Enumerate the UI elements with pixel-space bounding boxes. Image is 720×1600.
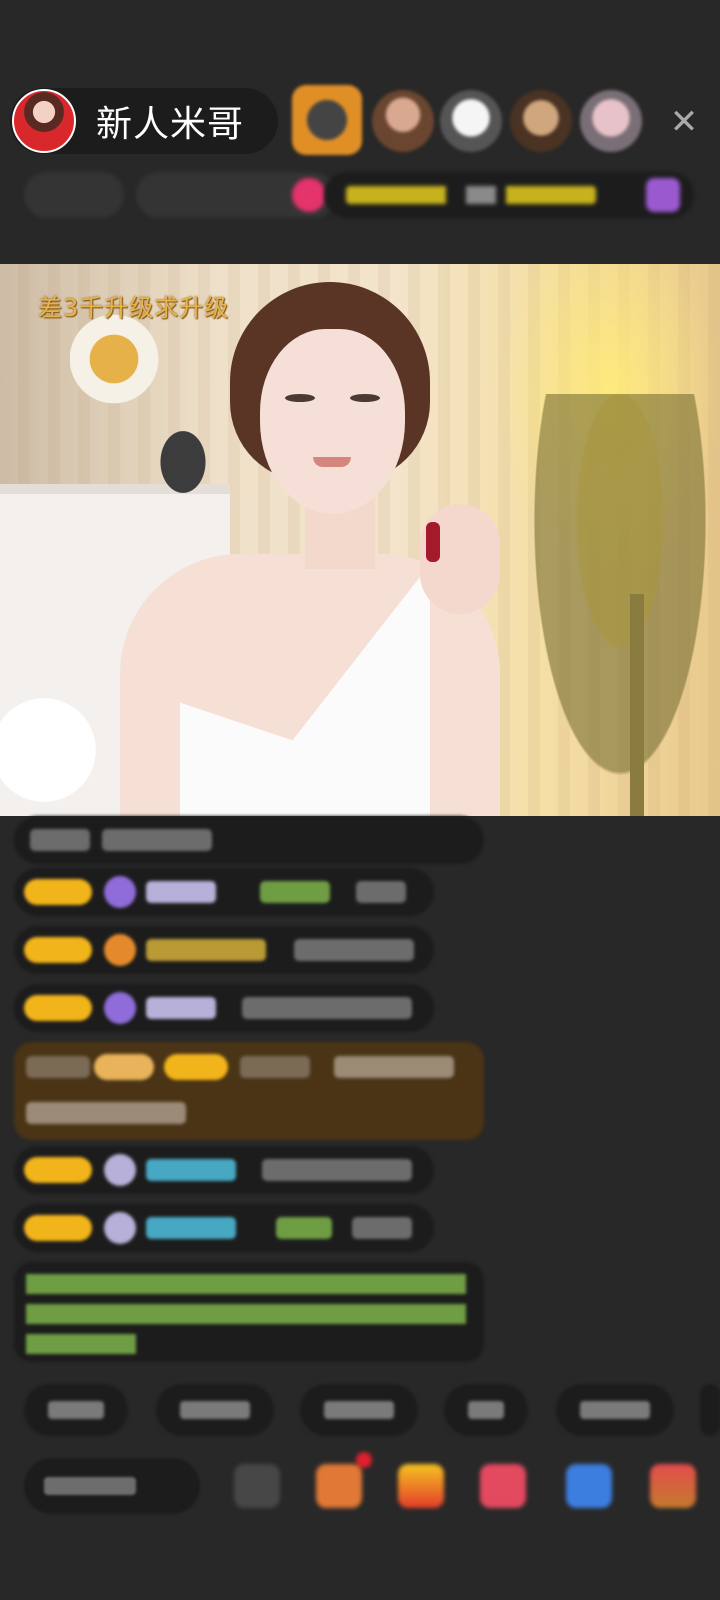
emoji-icon[interactable]: [234, 1464, 280, 1508]
chat-text: [294, 939, 414, 961]
notice-text: [26, 1274, 466, 1294]
chat-message: [14, 816, 484, 864]
chat-text: [242, 997, 412, 1019]
close-icon[interactable]: ✕: [664, 102, 704, 142]
chip-label: [48, 1401, 104, 1419]
level-badge: [164, 1054, 228, 1080]
diamond-icon: [104, 992, 136, 1024]
palm-plant: [520, 394, 720, 816]
chat-message: [14, 984, 434, 1032]
fan-badge: [94, 1054, 154, 1080]
viewer-avatar[interactable]: [440, 90, 502, 152]
chat-input[interactable]: [24, 1458, 200, 1514]
host-name: 新人米哥: [96, 104, 245, 145]
chat-username: [240, 1056, 310, 1078]
level-badge: [24, 1157, 92, 1183]
chat-text: [262, 1159, 412, 1181]
streamer-face: [260, 329, 405, 514]
streamer-mouth: [313, 457, 351, 467]
streamer: [120, 274, 540, 816]
chip-label: [180, 1401, 250, 1419]
chat-username: [146, 1159, 236, 1181]
notice-text: [26, 1304, 466, 1324]
streamer-eye: [285, 394, 315, 402]
more-icon[interactable]: [650, 1464, 696, 1508]
video-overlay-text: 差3千升级求升级: [38, 294, 230, 322]
level-badge: [24, 1215, 92, 1241]
quick-reply-chip[interactable]: [556, 1384, 674, 1436]
quick-reply-chip[interactable]: [24, 1384, 128, 1436]
message-icon[interactable]: [566, 1464, 612, 1508]
level-badge: [24, 879, 92, 905]
quick-reply-chip[interactable]: [156, 1384, 274, 1436]
chat-message: [14, 868, 434, 916]
chat-username: [146, 881, 216, 903]
viewer-avatar[interactable]: [292, 85, 362, 155]
host-avatar[interactable]: [12, 89, 76, 153]
chat-text: [352, 1217, 412, 1239]
chat-text: [26, 1056, 90, 1078]
chip-label: [324, 1401, 394, 1419]
system-notice: [14, 1262, 484, 1362]
gift-box-icon[interactable]: [316, 1452, 372, 1508]
streamer-nails: [426, 522, 440, 562]
chat-username: [146, 939, 266, 961]
chat-username: [146, 1217, 236, 1239]
chat-text: [102, 829, 212, 851]
chat-message: [14, 1146, 434, 1194]
host-info-pill[interactable]: 新人米哥: [10, 88, 278, 154]
chat-username: [260, 881, 330, 903]
streamer-eye: [350, 394, 380, 402]
chat-text: [334, 1056, 454, 1078]
chat-text: [26, 1102, 186, 1124]
gift-message: [14, 1042, 484, 1140]
viewer-avatar[interactable]: [372, 90, 434, 152]
announcement-chip[interactable]: [324, 172, 694, 218]
chat-message: [14, 926, 434, 974]
quick-reply-chip[interactable]: [444, 1384, 528, 1436]
level-badge: [24, 937, 92, 963]
level-badge: [24, 995, 92, 1021]
viewer-avatar[interactable]: [580, 90, 642, 152]
chat-message: [14, 1204, 434, 1252]
plush-toy: [0, 684, 110, 816]
avatar: [104, 1212, 136, 1244]
notice-text: [26, 1334, 136, 1354]
chat-username: [146, 997, 216, 1019]
quick-reply-chip[interactable]: [300, 1384, 418, 1436]
live-room-screen: 新人米哥 ✕ 差3千升级求升级: [0, 0, 720, 1600]
live-video[interactable]: 差3千升级求升级: [0, 264, 720, 816]
game-icon[interactable]: [480, 1464, 526, 1508]
chip-label: [468, 1401, 504, 1419]
avatar: [104, 1154, 136, 1186]
gift-icon: [104, 934, 136, 966]
room-info-bar: [24, 172, 700, 218]
quick-reply-chip[interactable]: [700, 1384, 720, 1436]
red-packet-icon[interactable]: [398, 1464, 444, 1508]
chat-input-placeholder: [44, 1477, 136, 1495]
diamond-icon: [104, 876, 136, 908]
chat-text: [30, 829, 90, 851]
plant-trunk: [630, 594, 644, 816]
chat-text: [356, 881, 406, 903]
viewer-avatar[interactable]: [510, 90, 572, 152]
chip-label: [580, 1401, 650, 1419]
chat-text: [276, 1217, 332, 1239]
rank-chip[interactable]: [24, 172, 124, 218]
fans-club-chip[interactable]: [136, 172, 336, 218]
